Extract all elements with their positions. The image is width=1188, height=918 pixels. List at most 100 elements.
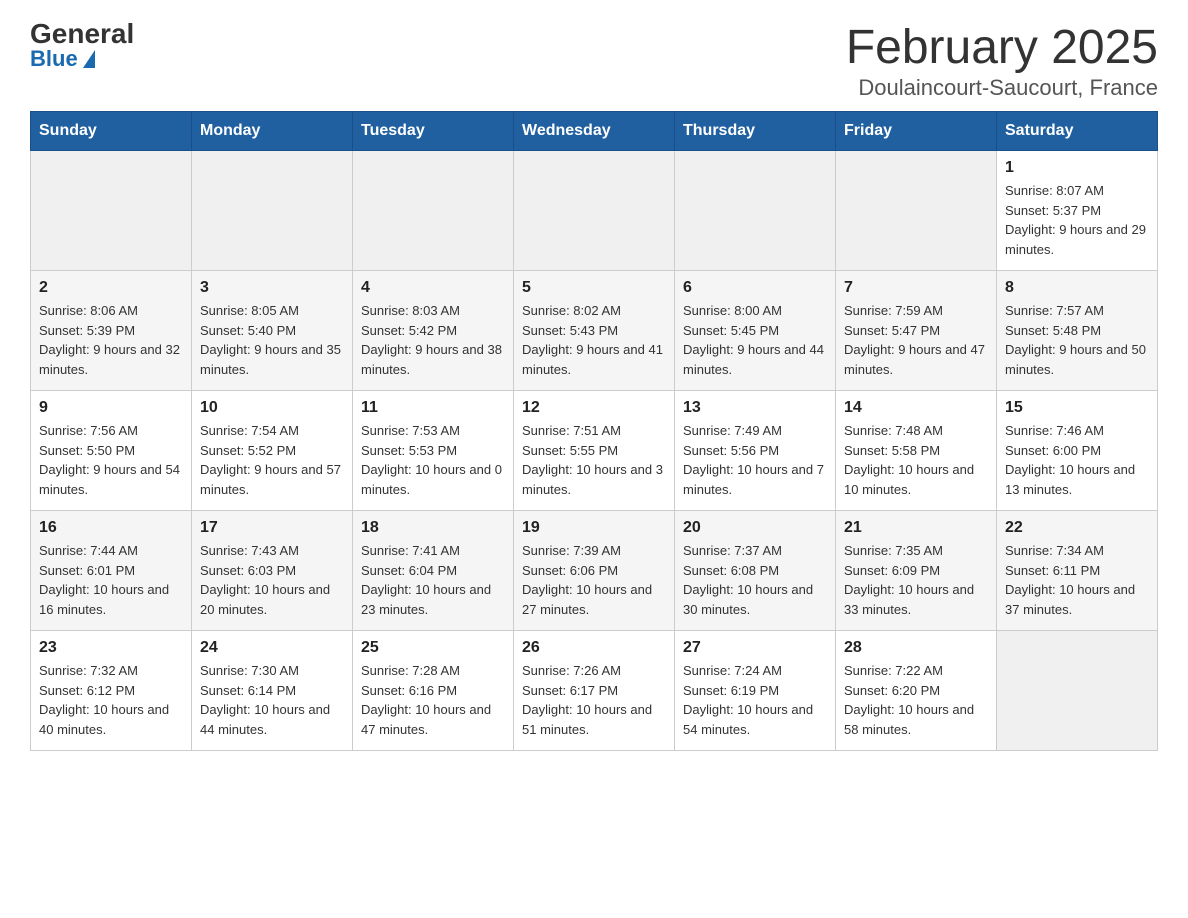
calendar-cell: 18 Sunrise: 7:41 AMSunset: 6:04 PMDayligh… bbox=[353, 511, 514, 631]
calendar-cell: 22Sunrise: 7:34 AMSunset: 6:11 PMDayligh… bbox=[997, 511, 1158, 631]
day-number: 17 bbox=[200, 519, 344, 537]
calendar-cell: 14 Sunrise: 7:48 AMSunset: 5:58 PMDayligh… bbox=[836, 391, 997, 511]
logo-triangle-icon bbox=[83, 50, 95, 68]
day-number: 28 bbox=[844, 639, 988, 657]
week-row-3: 16 Sunrise: 7:44 AMSunset: 6:01 PMDayligh… bbox=[31, 511, 1158, 631]
logo-blue-text: Blue bbox=[30, 48, 95, 70]
calendar-cell: 5Sunrise: 8:02 AMSunset: 5:43 PMDaylight… bbox=[514, 271, 675, 391]
calendar-cell: 15 Sunrise: 7:46 AMSunset: 6:00 PMDayligh… bbox=[997, 391, 1158, 511]
calendar-cell: 13 Sunrise: 7:49 AMSunset: 5:56 PMDayligh… bbox=[675, 391, 836, 511]
day-info: Sunrise: 7:26 AMSunset: 6:17 PMDaylight:… bbox=[522, 661, 666, 739]
calendar-cell: 12Sunrise: 7:51 AMSunset: 5:55 PMDayligh… bbox=[514, 391, 675, 511]
day-number: 6 bbox=[683, 279, 827, 297]
day-number: 21 bbox=[844, 519, 988, 537]
day-info: Sunrise: 7:49 AMSunset: 5:56 PMDaylight:… bbox=[683, 421, 827, 499]
day-number: 24 bbox=[200, 639, 344, 657]
location-title: Doulaincourt-Saucourt, France bbox=[846, 75, 1158, 101]
calendar-cell: 25 Sunrise: 7:28 AMSunset: 6:16 PMDayligh… bbox=[353, 631, 514, 751]
day-number: 1 bbox=[1005, 159, 1149, 177]
calendar-cell: 19 Sunrise: 7:39 AMSunset: 6:06 PMDayligh… bbox=[514, 511, 675, 631]
day-info: Sunrise: 8:03 AMSunset: 5:42 PMDaylight:… bbox=[361, 301, 505, 379]
calendar-cell bbox=[353, 151, 514, 271]
day-info: Sunrise: 7:35 AMSunset: 6:09 PMDaylight:… bbox=[844, 541, 988, 619]
calendar-cell: 4 Sunrise: 8:03 AMSunset: 5:42 PMDaylight… bbox=[353, 271, 514, 391]
day-info: Sunrise: 7:22 AMSunset: 6:20 PMDaylight:… bbox=[844, 661, 988, 739]
day-info: Sunrise: 7:56 AMSunset: 5:50 PMDaylight:… bbox=[39, 421, 183, 499]
calendar-cell bbox=[514, 151, 675, 271]
day-number: 12 bbox=[522, 399, 666, 417]
month-title: February 2025 bbox=[846, 20, 1158, 75]
weekday-header-monday: Monday bbox=[192, 112, 353, 151]
day-info: Sunrise: 7:41 AMSunset: 6:04 PMDaylight:… bbox=[361, 541, 505, 619]
week-row-0: 1 Sunrise: 8:07 AMSunset: 5:37 PMDaylight… bbox=[31, 151, 1158, 271]
calendar-cell: 28 Sunrise: 7:22 AMSunset: 6:20 PMDayligh… bbox=[836, 631, 997, 751]
day-number: 14 bbox=[844, 399, 988, 417]
day-number: 26 bbox=[522, 639, 666, 657]
calendar-cell: 6Sunrise: 8:00 AMSunset: 5:45 PMDaylight… bbox=[675, 271, 836, 391]
day-info: Sunrise: 7:37 AMSunset: 6:08 PMDaylight:… bbox=[683, 541, 827, 619]
calendar-cell: 27 Sunrise: 7:24 AMSunset: 6:19 PMDayligh… bbox=[675, 631, 836, 751]
day-info: Sunrise: 7:53 AMSunset: 5:53 PMDaylight:… bbox=[361, 421, 505, 499]
weekday-header-wednesday: Wednesday bbox=[514, 112, 675, 151]
day-info: Sunrise: 7:46 AMSunset: 6:00 PMDaylight:… bbox=[1005, 421, 1149, 499]
day-number: 25 bbox=[361, 639, 505, 657]
day-number: 20 bbox=[683, 519, 827, 537]
calendar-cell: 16 Sunrise: 7:44 AMSunset: 6:01 PMDayligh… bbox=[31, 511, 192, 631]
calendar-cell: 23 Sunrise: 7:32 AMSunset: 6:12 PMDayligh… bbox=[31, 631, 192, 751]
weekday-header-sunday: Sunday bbox=[31, 112, 192, 151]
day-info: Sunrise: 7:30 AMSunset: 6:14 PMDaylight:… bbox=[200, 661, 344, 739]
weekday-header-thursday: Thursday bbox=[675, 112, 836, 151]
day-number: 2 bbox=[39, 279, 183, 297]
logo: General Blue bbox=[30, 20, 134, 70]
weekday-header-tuesday: Tuesday bbox=[353, 112, 514, 151]
calendar-cell bbox=[836, 151, 997, 271]
calendar-table: SundayMondayTuesdayWednesdayThursdayFrid… bbox=[30, 111, 1158, 751]
calendar-cell: 3 Sunrise: 8:05 AMSunset: 5:40 PMDaylight… bbox=[192, 271, 353, 391]
day-info: Sunrise: 7:54 AMSunset: 5:52 PMDaylight:… bbox=[200, 421, 344, 499]
day-info: Sunrise: 7:57 AMSunset: 5:48 PMDaylight:… bbox=[1005, 301, 1149, 379]
day-number: 19 bbox=[522, 519, 666, 537]
calendar-cell: 11Sunrise: 7:53 AMSunset: 5:53 PMDayligh… bbox=[353, 391, 514, 511]
calendar-cell bbox=[675, 151, 836, 271]
day-number: 15 bbox=[1005, 399, 1149, 417]
calendar-cell: 20 Sunrise: 7:37 AMSunset: 6:08 PMDayligh… bbox=[675, 511, 836, 631]
day-number: 27 bbox=[683, 639, 827, 657]
day-number: 8 bbox=[1005, 279, 1149, 297]
title-section: February 2025 Doulaincourt-Saucourt, Fra… bbox=[846, 20, 1158, 101]
day-number: 3 bbox=[200, 279, 344, 297]
calendar-cell: 24 Sunrise: 7:30 AMSunset: 6:14 PMDayligh… bbox=[192, 631, 353, 751]
logo-general-text: General bbox=[30, 20, 134, 48]
day-info: Sunrise: 7:39 AMSunset: 6:06 PMDaylight:… bbox=[522, 541, 666, 619]
day-info: Sunrise: 7:48 AMSunset: 5:58 PMDaylight:… bbox=[844, 421, 988, 499]
week-row-2: 9 Sunrise: 7:56 AMSunset: 5:50 PMDaylight… bbox=[31, 391, 1158, 511]
day-number: 16 bbox=[39, 519, 183, 537]
day-info: Sunrise: 8:07 AMSunset: 5:37 PMDaylight:… bbox=[1005, 181, 1149, 259]
day-number: 23 bbox=[39, 639, 183, 657]
day-info: Sunrise: 8:02 AMSunset: 5:43 PMDaylight:… bbox=[522, 301, 666, 379]
day-info: Sunrise: 7:24 AMSunset: 6:19 PMDaylight:… bbox=[683, 661, 827, 739]
calendar-cell: 1 Sunrise: 8:07 AMSunset: 5:37 PMDaylight… bbox=[997, 151, 1158, 271]
day-number: 13 bbox=[683, 399, 827, 417]
day-info: Sunrise: 7:32 AMSunset: 6:12 PMDaylight:… bbox=[39, 661, 183, 739]
calendar-cell: 7 Sunrise: 7:59 AMSunset: 5:47 PMDaylight… bbox=[836, 271, 997, 391]
day-number: 7 bbox=[844, 279, 988, 297]
calendar-cell bbox=[997, 631, 1158, 751]
day-info: Sunrise: 7:44 AMSunset: 6:01 PMDaylight:… bbox=[39, 541, 183, 619]
calendar-cell: 2 Sunrise: 8:06 AMSunset: 5:39 PMDaylight… bbox=[31, 271, 192, 391]
day-info: Sunrise: 7:34 AMSunset: 6:11 PMDaylight:… bbox=[1005, 541, 1149, 619]
day-number: 9 bbox=[39, 399, 183, 417]
day-info: Sunrise: 7:28 AMSunset: 6:16 PMDaylight:… bbox=[361, 661, 505, 739]
day-number: 18 bbox=[361, 519, 505, 537]
calendar-cell: 10 Sunrise: 7:54 AMSunset: 5:52 PMDayligh… bbox=[192, 391, 353, 511]
day-info: Sunrise: 7:59 AMSunset: 5:47 PMDaylight:… bbox=[844, 301, 988, 379]
day-number: 4 bbox=[361, 279, 505, 297]
day-info: Sunrise: 7:43 AMSunset: 6:03 PMDaylight:… bbox=[200, 541, 344, 619]
calendar-cell: 9 Sunrise: 7:56 AMSunset: 5:50 PMDaylight… bbox=[31, 391, 192, 511]
day-number: 10 bbox=[200, 399, 344, 417]
calendar-cell: 26 Sunrise: 7:26 AMSunset: 6:17 PMDayligh… bbox=[514, 631, 675, 751]
day-info: Sunrise: 8:06 AMSunset: 5:39 PMDaylight:… bbox=[39, 301, 183, 379]
calendar-cell bbox=[31, 151, 192, 271]
calendar-cell: 17 Sunrise: 7:43 AMSunset: 6:03 PMDayligh… bbox=[192, 511, 353, 631]
day-info: Sunrise: 8:05 AMSunset: 5:40 PMDaylight:… bbox=[200, 301, 344, 379]
page-header: General Blue February 2025 Doulaincourt-… bbox=[30, 20, 1158, 101]
